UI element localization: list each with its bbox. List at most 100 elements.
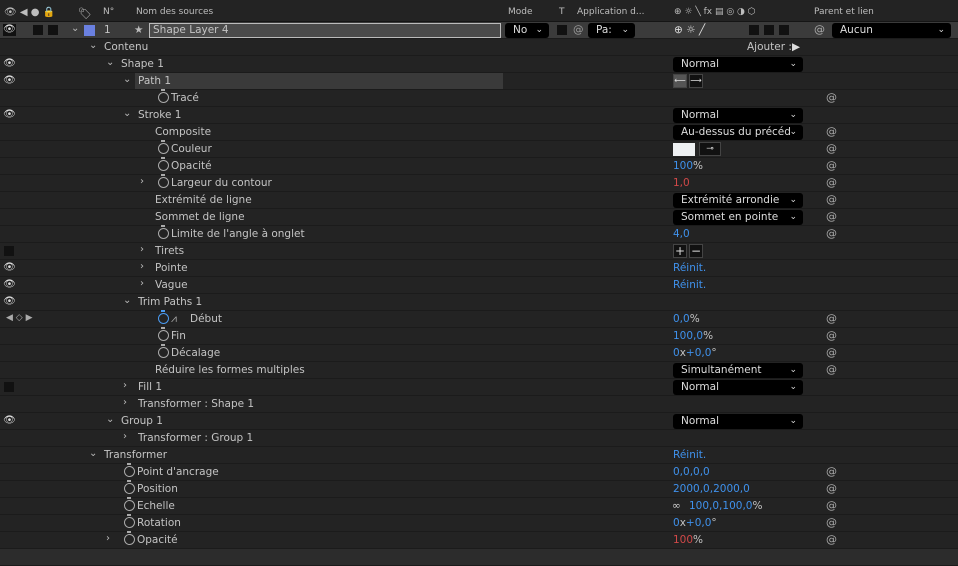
property-row[interactable]: 👁 ⌄ Trim Paths 1	[0, 294, 958, 311]
expression-pickwhip-icon[interactable]: @	[826, 91, 837, 104]
chevron-down-icon[interactable]: ⌄	[106, 414, 114, 425]
stopwatch-icon[interactable]	[158, 140, 169, 154]
value-segment[interactable]: +0,0	[686, 347, 712, 359]
property-value[interactable]: Réinit.	[673, 279, 706, 291]
expression-pickwhip-icon[interactable]: @	[826, 210, 837, 223]
forward-path-button[interactable]: ⟶	[689, 74, 703, 88]
blend-dropdown[interactable]: Normal ⌄	[673, 57, 803, 72]
property-row[interactable]: 👁 › Vague Réinit.	[0, 277, 958, 294]
property-row[interactable]: Sommet de ligne Sommet en pointe ⌄ @	[0, 209, 958, 226]
chevron-down-icon[interactable]: ⌄	[71, 23, 79, 34]
lock-toggle[interactable]	[48, 25, 58, 35]
property-row[interactable]: 👁 › Pointe Réinit.	[0, 260, 958, 277]
expression-pickwhip-icon[interactable]: @	[826, 125, 837, 138]
value-segment[interactable]: Réinit.	[673, 262, 706, 274]
value-segment[interactable]: %	[693, 160, 703, 172]
expression-pickwhip-icon[interactable]: @	[826, 142, 837, 155]
eye-icon[interactable]: 👁	[3, 58, 16, 70]
value-segment[interactable]: +0,0	[686, 517, 712, 529]
add-menu-icon[interactable]: ▶	[792, 41, 800, 53]
stopwatch-icon[interactable]	[124, 480, 135, 494]
chevron-down-icon[interactable]: ⌄	[123, 108, 131, 119]
header-application[interactable]: Application d...	[577, 7, 644, 17]
value-segment[interactable]: 2000,0,2000,0	[673, 483, 750, 495]
property-row[interactable]: ◀ ◇ ▶ ⩘ Début 0,0% @	[0, 310, 958, 328]
property-value[interactable]: 0x+0,0°	[673, 347, 717, 359]
eye-icon[interactable]: 👁	[3, 415, 16, 427]
stopwatch-icon[interactable]	[124, 497, 135, 511]
property-row[interactable]: Composite Au-dessus du précéd ⌄ @	[0, 124, 958, 141]
link-chain-icon[interactable]: ∞	[672, 500, 681, 512]
value-segment[interactable]: 0	[673, 517, 680, 529]
value-segment[interactable]: 100,0	[673, 330, 703, 342]
stopwatch-icon[interactable]	[124, 514, 135, 528]
property-row[interactable]: Extrémité de ligne Extrémité arrondie ⌄ @	[0, 192, 958, 209]
eye-icon[interactable]: 👁	[3, 296, 16, 308]
stopwatch-icon[interactable]	[158, 157, 169, 171]
property-value[interactable]: 4,0	[673, 228, 690, 240]
property-row[interactable]: Opacité 100% @	[0, 157, 958, 175]
header-source-name[interactable]: Nom des sources	[136, 7, 213, 17]
chevron-right-icon[interactable]: ›	[123, 431, 127, 442]
stopwatch-icon[interactable]	[158, 89, 169, 103]
value-segment[interactable]: °	[711, 517, 716, 529]
property-value[interactable]: 100,0%	[673, 330, 713, 342]
header-track[interactable]: T	[559, 7, 565, 17]
property-row[interactable]: ⌄ Transformer Réinit.	[0, 447, 958, 464]
expression-pickwhip-icon[interactable]: @	[826, 363, 837, 376]
parent-pickwhip-icon[interactable]: @	[814, 23, 825, 36]
property-row[interactable]: Réduire les formes multiples Simultanémen…	[0, 362, 958, 379]
label-color-swatch[interactable]	[84, 25, 95, 36]
blend-dropdown[interactable]: Au-dessus du précéd ⌄	[673, 125, 803, 140]
eye-icon[interactable]: 👁	[3, 109, 16, 121]
value-segment[interactable]: 4,0	[673, 228, 690, 240]
value-segment[interactable]: 100,0,100,0	[689, 500, 752, 512]
mode-dropdown[interactable]: No ⌄	[505, 23, 549, 38]
value-segment[interactable]: °	[711, 347, 716, 359]
chevron-right-icon[interactable]: ›	[140, 176, 144, 187]
value-segment[interactable]: %	[752, 500, 762, 512]
value-segment[interactable]: 100	[673, 534, 693, 546]
property-value[interactable]: 100%	[673, 534, 703, 546]
expression-pickwhip-icon[interactable]: @	[826, 499, 837, 512]
expression-pickwhip-icon[interactable]: @	[826, 176, 837, 189]
chevron-right-icon[interactable]: ›	[123, 380, 127, 391]
header-parent[interactable]: Parent et lien	[814, 7, 874, 17]
value-segment[interactable]: %	[693, 534, 703, 546]
expression-pickwhip-icon[interactable]: @	[826, 193, 837, 206]
property-row[interactable]: Limite de l'angle à onglet 4,0 @	[0, 225, 958, 243]
property-row[interactable]: Point d'ancrage 0,0,0,0 @	[0, 463, 958, 481]
value-segment[interactable]: Réinit.	[673, 279, 706, 291]
solo-toggle[interactable]	[33, 25, 43, 35]
property-row[interactable]: Couleur ⊸ @	[0, 140, 958, 158]
property-row[interactable]: › Transformer : Shape 1	[0, 396, 958, 413]
blend-dropdown[interactable]: Extrémité arrondie ⌄	[673, 193, 803, 208]
eye-icon[interactable]: 👁	[3, 279, 16, 291]
stopwatch-icon[interactable]	[124, 463, 135, 477]
visibility-toggle[interactable]	[4, 382, 14, 392]
layer-switches[interactable]: ⊕ ☼ ╱	[674, 24, 705, 36]
blend-dropdown[interactable]: Normal ⌄	[673, 108, 803, 123]
property-row[interactable]: › Opacité 100% @	[0, 531, 958, 549]
stopwatch-icon[interactable]	[124, 531, 135, 545]
property-value[interactable]: 0,0%	[673, 313, 700, 325]
expression-pickwhip-icon[interactable]: @	[826, 533, 837, 546]
color-swatch[interactable]	[673, 143, 695, 156]
expression-pickwhip-icon[interactable]: @	[826, 346, 837, 359]
remove-dash-button[interactable]: −	[689, 244, 703, 258]
value-segment[interactable]: 0,0,0,0	[673, 466, 710, 478]
property-row[interactable]: Rotation 0x+0,0° @	[0, 514, 958, 532]
parent-dropdown[interactable]: Aucun ⌄	[832, 23, 951, 38]
eye-icon[interactable]: 👁	[3, 75, 16, 87]
chevron-right-icon[interactable]: ›	[140, 244, 144, 255]
chevron-right-icon[interactable]: ›	[140, 278, 144, 289]
property-row[interactable]: Position 2000,0,2000,0 @	[0, 480, 958, 498]
chevron-down-icon[interactable]: ⌄	[123, 74, 131, 85]
property-value[interactable]: 100,0,100,0%	[689, 500, 762, 512]
value-segment[interactable]: 0,0	[673, 313, 690, 325]
chevron-right-icon[interactable]: ›	[123, 397, 127, 408]
property-row[interactable]: 👁 ⌄ Shape 1 Normal ⌄	[0, 56, 958, 73]
expression-pickwhip-icon[interactable]: @	[826, 227, 837, 240]
property-value[interactable]: Réinit.	[673, 449, 706, 461]
switch-box[interactable]	[764, 25, 774, 35]
